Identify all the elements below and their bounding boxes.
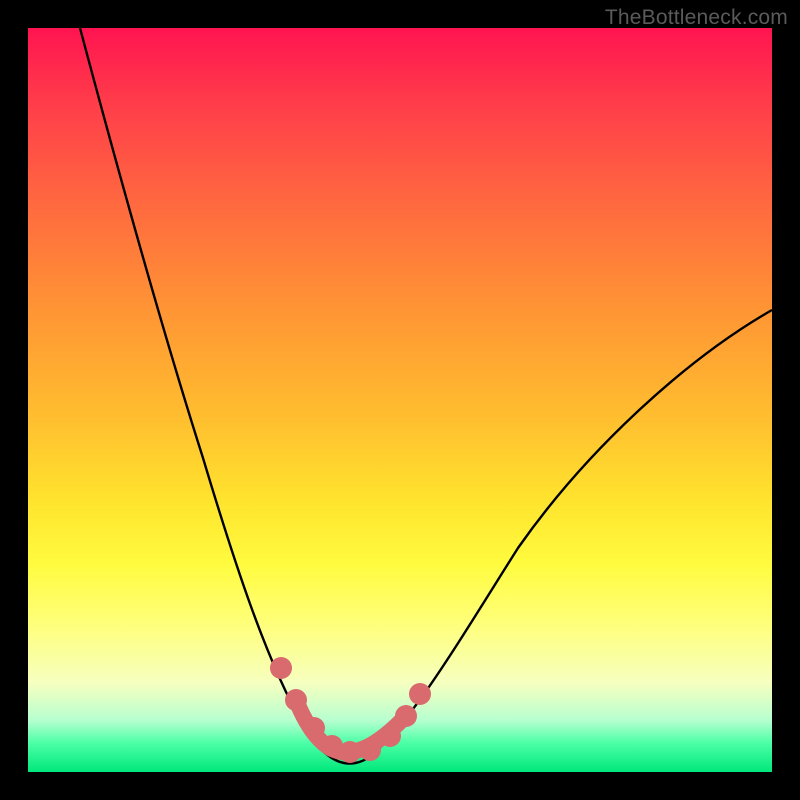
watermark-text: TheBottleneck.com xyxy=(605,6,788,30)
chart-plot-area xyxy=(28,28,772,772)
highlight-dots xyxy=(270,657,431,763)
bottleneck-curve-path xyxy=(80,28,772,764)
chart-svg xyxy=(28,28,772,772)
